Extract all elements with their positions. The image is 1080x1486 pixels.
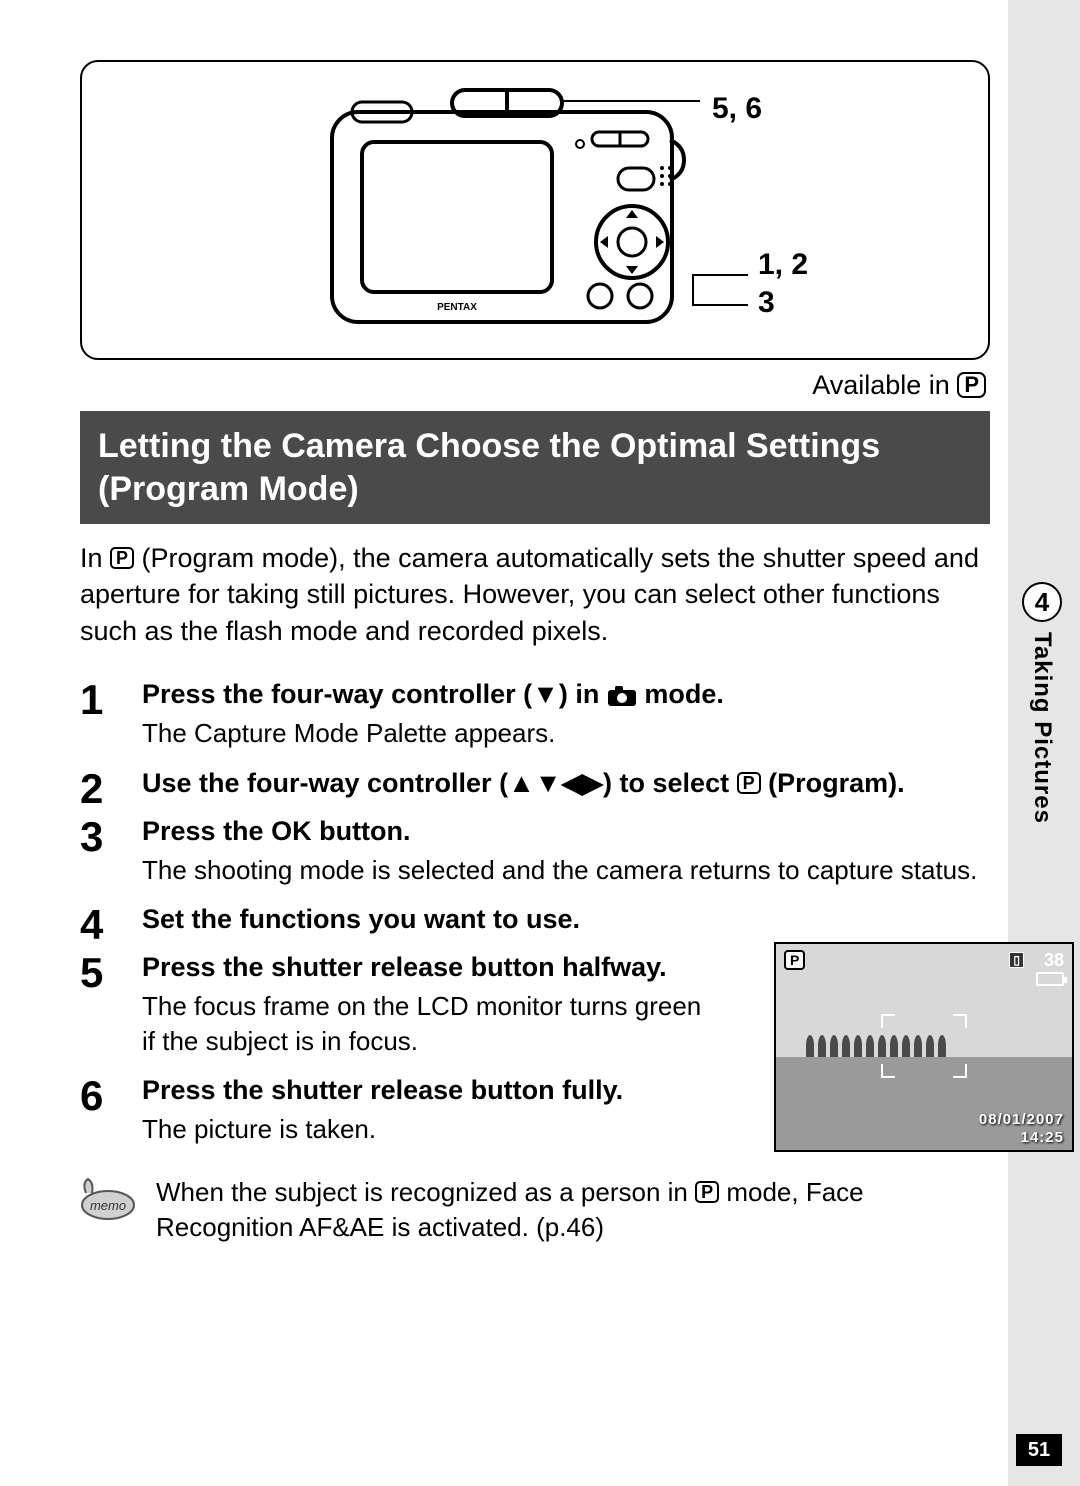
chapter-tab: 4 Taking Pictures (1016, 582, 1068, 824)
intro-paragraph: In P (Program mode), the camera automati… (80, 540, 990, 649)
callout-line (692, 304, 748, 306)
text: button. (312, 816, 411, 846)
lcd-preview: P ▯ 38 08/01/2007 14:25 (774, 942, 1074, 1152)
ok-button-label: OK (271, 816, 312, 846)
memo-note: memo When the subject is recognized as a… (80, 1175, 990, 1245)
camera-mode-icon (607, 685, 637, 707)
step-3: 3 Press the OK button. The shooting mode… (80, 814, 990, 898)
available-in: Available in P (80, 370, 986, 401)
text: When the subject is recognized as a pers… (156, 1177, 695, 1207)
text: ) to select (603, 768, 737, 798)
step-number: 4 (80, 902, 116, 946)
memo-text: When the subject is recognized as a pers… (156, 1175, 990, 1245)
lcd-time: 14:25 (1021, 1129, 1064, 1146)
text: In (80, 543, 110, 573)
callout-line (692, 274, 694, 304)
focus-bracket-icon (953, 1014, 967, 1028)
mode-p-icon: P (695, 1181, 719, 1203)
callout-123: 1, 2 3 (758, 246, 808, 321)
step-title: Press the OK button. (142, 814, 990, 849)
camera-diagram: PENTAX (80, 60, 990, 360)
lcd-memory-icon: ▯ (1009, 952, 1024, 968)
mode-p-icon: P (110, 547, 134, 569)
step-title: Press the shutter release button fully. (142, 1073, 702, 1108)
step-number: 1 (80, 677, 116, 761)
section-title: Letting the Camera Choose the Optimal Se… (80, 411, 990, 524)
step-title: Press the shutter release button halfway… (142, 950, 702, 985)
text: ) in (559, 679, 607, 709)
callout-line (692, 274, 748, 276)
focus-bracket-icon (881, 1014, 895, 1028)
step-number: 3 (80, 814, 116, 898)
step-desc: The shooting mode is selected and the ca… (142, 853, 990, 888)
text: mode. (637, 679, 724, 709)
svg-text:memo: memo (90, 1198, 126, 1213)
callout-56: 5, 6 (712, 92, 762, 126)
page-number: 51 (1016, 1434, 1062, 1466)
step-title: Press the four-way controller (▼) in mod… (142, 677, 990, 712)
callout-line (562, 100, 700, 102)
chapter-label: Taking Pictures (1028, 632, 1056, 824)
text: (Program mode), the camera automatically… (80, 543, 979, 646)
step-2: 2 Use the four-way controller (▲▼◀▶) to … (80, 766, 990, 810)
available-label: Available in (812, 370, 957, 400)
svg-text:PENTAX: PENTAX (437, 302, 477, 313)
page: 4 Taking Pictures 51 PENTAX (0, 0, 1080, 1486)
lcd-date: 08/01/2007 (979, 1111, 1064, 1128)
mode-p-icon: P (957, 372, 986, 398)
text: Press the (142, 816, 271, 846)
memo-icon: memo (80, 1175, 136, 1223)
step-4: 4 Set the functions you want to use. (80, 902, 990, 946)
arrows-icon: ▲▼◀▶ (508, 768, 603, 798)
mode-p-icon: P (737, 772, 761, 794)
step-desc: The picture is taken. (142, 1112, 702, 1147)
lcd-frame-count: 38 (1044, 950, 1064, 971)
step-number: 6 (80, 1073, 116, 1157)
text: Press the four-way controller ( (142, 679, 532, 709)
step-title: Use the four-way controller (▲▼◀▶) to se… (142, 766, 990, 801)
lcd-battery-icon (1036, 972, 1064, 986)
step-desc: The focus frame on the LCD monitor turns… (142, 989, 702, 1059)
step-desc: The Capture Mode Palette appears. (142, 716, 990, 751)
camera-illustration: PENTAX (322, 82, 692, 342)
step-number: 2 (80, 766, 116, 810)
step-title: Set the functions you want to use. (142, 902, 702, 937)
chapter-number: 4 (1022, 582, 1062, 622)
text: Use the four-way controller ( (142, 768, 508, 798)
focus-bracket-icon (953, 1064, 967, 1078)
focus-bracket-icon (881, 1064, 895, 1078)
down-arrow-icon: ▼ (532, 677, 559, 712)
step-number: 5 (80, 950, 116, 1069)
lcd-screen: P ▯ 38 08/01/2007 14:25 (774, 942, 1074, 1152)
step-1: 1 Press the four-way controller (▼) in m… (80, 677, 990, 761)
text: (Program). (761, 768, 905, 798)
lcd-mode-indicator: P (784, 950, 805, 970)
